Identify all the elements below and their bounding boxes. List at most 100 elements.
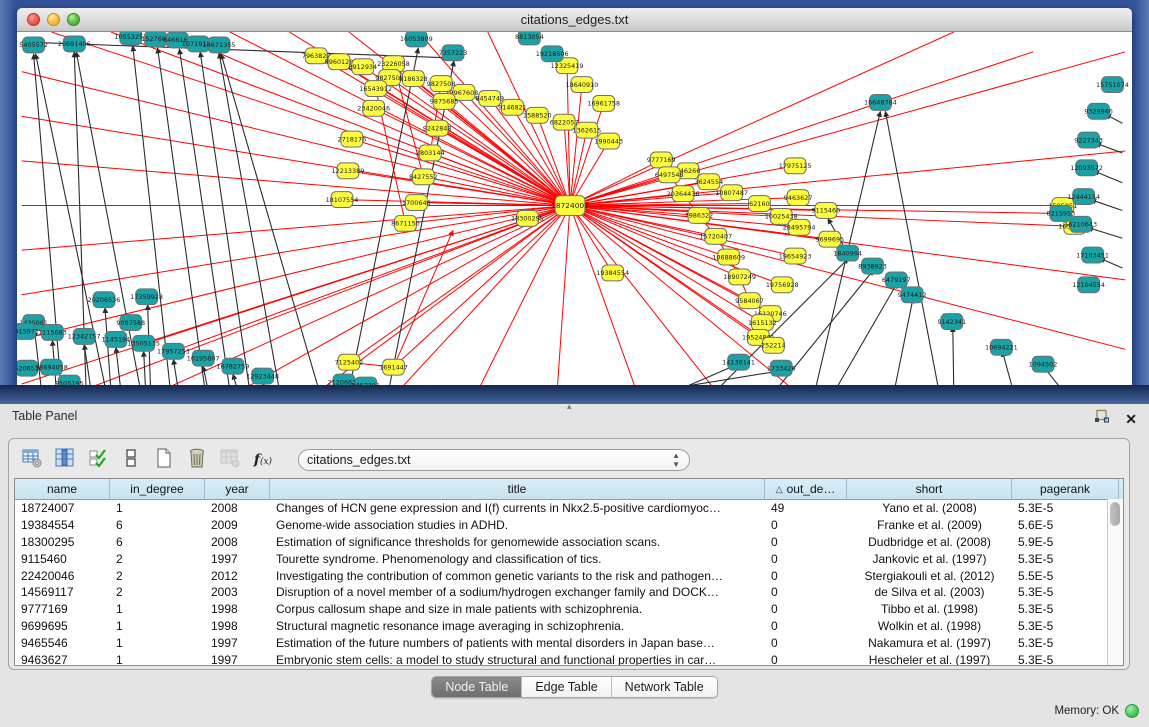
- table-row[interactable]: 1456911722003Disruption of a novel membe…: [15, 584, 1123, 601]
- tab-edge-table[interactable]: Edge Table: [521, 677, 610, 697]
- table-cell-pagerank: 5.3E-5: [1012, 636, 1119, 650]
- graph-node-label: 23420046: [357, 105, 390, 113]
- graph-node-label: 16782759: [217, 362, 250, 370]
- graph-node-label: 7357223: [439, 49, 468, 57]
- toggle-rows-button[interactable]: [119, 448, 143, 472]
- table-row[interactable]: 1872400712008Changes of HCN gene express…: [15, 500, 1123, 517]
- graph-edge-red: [570, 52, 1125, 206]
- graph-node-label: 8215953: [1047, 210, 1076, 218]
- table-row[interactable]: 1938455462009Genome-wide association stu…: [15, 517, 1123, 534]
- graph-node-label: 18694058: [35, 363, 68, 371]
- graph-node-label: 18724007: [551, 201, 589, 210]
- table-row[interactable]: 946554611997Estimation of the future num…: [15, 634, 1123, 651]
- column-header-out_de[interactable]: △out_de…: [765, 479, 847, 499]
- graph-node-label: 20206536: [88, 296, 121, 304]
- table-settings-button[interactable]: [20, 448, 44, 472]
- graph-node-label: 1115683: [38, 329, 67, 337]
- table-row[interactable]: 2242004622012Investigating the contribut…: [15, 567, 1123, 584]
- table-cell-title: Embryonic stem cells: a model to study s…: [270, 653, 765, 666]
- table-cell-year: 1997: [205, 552, 270, 566]
- graph-node-label: 17957253: [157, 348, 190, 356]
- column-header-label: out_de…: [787, 482, 836, 496]
- column-header-year[interactable]: year: [205, 479, 270, 499]
- graph-node-label: 18300295: [511, 215, 544, 223]
- table-scrollbar[interactable]: [1107, 499, 1123, 665]
- desktop-background: citations_edges.txt 18724007796382289601…: [0, 0, 1149, 404]
- memory-status-label: Memory: OK: [1054, 705, 1119, 717]
- table-cell-title: Estimation of significance thresholds fo…: [270, 535, 765, 549]
- table-row[interactable]: 1830029562008Estimation of significance …: [15, 534, 1123, 551]
- graph-edge-red: [398, 206, 570, 385]
- select-columns-button[interactable]: [86, 448, 110, 472]
- graph-edge-black: [894, 298, 913, 385]
- table-row[interactable]: 969969511998Structural magnetic resonanc…: [15, 618, 1123, 635]
- table-cell-pagerank: 5.3E-5: [1012, 585, 1119, 599]
- column-header-in_degree[interactable]: in_degree: [110, 479, 205, 499]
- graph-node-label: 14136141: [722, 358, 755, 366]
- table-row[interactable]: 946362711997Embryonic stem cells: a mode…: [15, 651, 1123, 666]
- table-cell-title: Changes of HCN gene expression and I(f) …: [270, 501, 765, 515]
- network-view[interactable]: 1872400779638228960128891293423226058982…: [17, 32, 1132, 385]
- float-panel-icon[interactable]: [1094, 409, 1109, 429]
- table-cell-pagerank: 5.3E-5: [1012, 653, 1119, 666]
- table-source-value: citations_edges.txt: [307, 453, 411, 467]
- window-titlebar[interactable]: citations_edges.txt: [17, 8, 1132, 32]
- show-columns-button[interactable]: [53, 448, 77, 472]
- graph-edge-black: [835, 283, 897, 385]
- graph-edge-red: [570, 206, 1125, 350]
- graph-edge-black: [1002, 351, 1013, 385]
- graph-node-label: 18907249: [723, 273, 756, 281]
- column-header-label: year: [225, 482, 248, 496]
- tab-node-table[interactable]: Node Table: [432, 677, 521, 697]
- table-source-dropdown[interactable]: citations_edges.txt ▲▼: [298, 449, 690, 471]
- graph-node-label: 10688609: [712, 253, 745, 261]
- graph-node-label: 8671150: [391, 220, 420, 228]
- splitter-handle-icon[interactable]: ▴: [567, 401, 572, 412]
- graph-node-label: 16648784: [864, 99, 897, 107]
- graph-edge-black: [173, 359, 178, 385]
- table-row[interactable]: 911546021997Tourette syndrome. Phenomeno…: [15, 550, 1123, 567]
- graph-node-label: 8938923: [858, 262, 887, 270]
- graph-edge-red: [557, 206, 570, 385]
- table-cell-in_degree: 1: [110, 636, 205, 650]
- graph-node-label: 8454749: [475, 95, 504, 103]
- table-cell-pagerank: 5.6E-5: [1012, 518, 1119, 532]
- table-toolbox: f(x) citations_edges.txt ▲▼ name in_degre…: [8, 438, 1130, 670]
- close-panel-icon[interactable]: ✕: [1125, 412, 1137, 426]
- tab-network-table[interactable]: Network Table: [611, 677, 717, 697]
- column-header-label: in_degree: [130, 482, 183, 496]
- graph-node-label: 3915971: [17, 328, 39, 336]
- graph-node-label: 1733426: [767, 364, 796, 372]
- table-cell-title: Tourette syndrome. Phenomenology and cla…: [270, 552, 765, 566]
- column-header-label: title: [508, 482, 527, 496]
- table-cell-in_degree: 6: [110, 535, 205, 549]
- graph-node-label: 16543912: [359, 85, 392, 93]
- table-cell-out_de: 0: [765, 602, 847, 616]
- column-header-name[interactable]: name: [15, 479, 110, 499]
- new-table-button[interactable]: [152, 448, 176, 472]
- graph-node-label: 19384554: [596, 269, 629, 277]
- delete-table-button[interactable]: [185, 448, 209, 472]
- graph-node-label: 9242848: [423, 124, 452, 132]
- table-scrollbar-thumb[interactable]: [1110, 502, 1120, 526]
- table-cell-title: Disruption of a novel member of a sodium…: [270, 585, 765, 599]
- graph-node-label: 18107554: [326, 196, 359, 204]
- table-panel-header: ▴ Table Panel ✕: [0, 404, 1149, 432]
- network-canvas[interactable]: 1872400779638228960128891293423226058982…: [17, 32, 1132, 385]
- column-header-title[interactable]: title: [270, 479, 765, 499]
- table-row[interactable]: 977716911998Corpus callosum shape and si…: [15, 601, 1123, 618]
- table-cell-year: 2012: [205, 569, 270, 583]
- import-table-button[interactable]: [218, 448, 242, 472]
- table-cell-out_de: 0: [765, 552, 847, 566]
- table-cell-year: 1997: [205, 636, 270, 650]
- desktop-bottom-shade: [0, 385, 1149, 404]
- table-cell-short: Dudbridge et al. (2008): [847, 535, 1012, 549]
- function-builder-button[interactable]: f(x): [251, 448, 275, 472]
- column-header-pagerank[interactable]: pagerank: [1012, 479, 1119, 499]
- table-cell-out_de: 0: [765, 619, 847, 633]
- graph-node-label: 12923448: [246, 372, 279, 380]
- graph-node-label: 13505135: [127, 340, 160, 348]
- graph-node-label: 9146821: [498, 104, 527, 112]
- column-header-short[interactable]: short: [847, 479, 1012, 499]
- graph-node-label: 9584067: [735, 297, 764, 305]
